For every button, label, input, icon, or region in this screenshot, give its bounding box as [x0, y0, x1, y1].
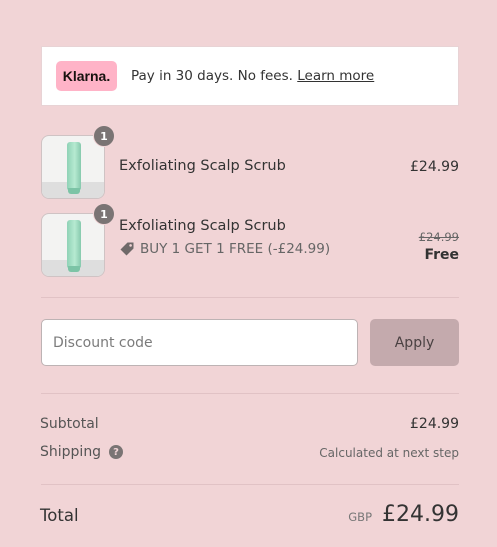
promo-text: BUY 1 GET 1 FREE (-£24.99) [140, 241, 331, 257]
subtotal-value: £24.99 [410, 416, 459, 432]
klarna-learn-more-link[interactable]: Learn more [297, 68, 374, 84]
shipping-row: Shipping ? [40, 444, 124, 460]
product-image [41, 213, 105, 277]
line-item: 1 Exfoliating Scalp Scrub £24.99 [41, 125, 459, 199]
original-price: £24.99 [418, 230, 459, 244]
divider [41, 393, 459, 394]
order-summary: Klarna. Pay in 30 days. No fees. Learn m… [0, 0, 497, 547]
discount-code-input[interactable] [41, 319, 358, 366]
product-image [41, 135, 105, 199]
currency-code: GBP [348, 510, 373, 524]
tag-icon [120, 242, 134, 256]
product-price: Free [424, 247, 459, 263]
klarna-message: Pay in 30 days. No fees. Learn more [131, 68, 374, 84]
total-label: Total [40, 506, 79, 525]
klarna-banner: Klarna. Pay in 30 days. No fees. Learn m… [41, 46, 459, 106]
quantity-badge: 1 [93, 203, 115, 225]
divider [41, 484, 459, 485]
product-tube-icon [67, 220, 81, 268]
product-name: Exfoliating Scalp Scrub [119, 218, 286, 234]
product-tube-icon [67, 142, 81, 190]
shipping-label: Shipping [40, 444, 102, 460]
promo-discount: BUY 1 GET 1 FREE (-£24.99) [119, 241, 330, 257]
product-name: Exfoliating Scalp Scrub [119, 158, 286, 174]
product-price: £24.99 [410, 159, 459, 175]
quantity-badge: 1 [93, 125, 115, 147]
total-amount: GBP £24.99 [348, 502, 459, 527]
divider [41, 297, 459, 298]
subtotal-label: Subtotal [40, 416, 99, 432]
apply-button[interactable]: Apply [370, 319, 459, 366]
klarna-logo: Klarna. [56, 61, 117, 91]
total-value: £24.99 [382, 502, 459, 527]
shipping-value: Calculated at next step [319, 446, 459, 460]
question-circle-icon[interactable]: ? [109, 445, 124, 459]
klarna-text: Pay in 30 days. No fees. [131, 68, 293, 84]
line-item: 1 Exfoliating Scalp Scrub BUY 1 GET 1 FR… [41, 203, 459, 277]
